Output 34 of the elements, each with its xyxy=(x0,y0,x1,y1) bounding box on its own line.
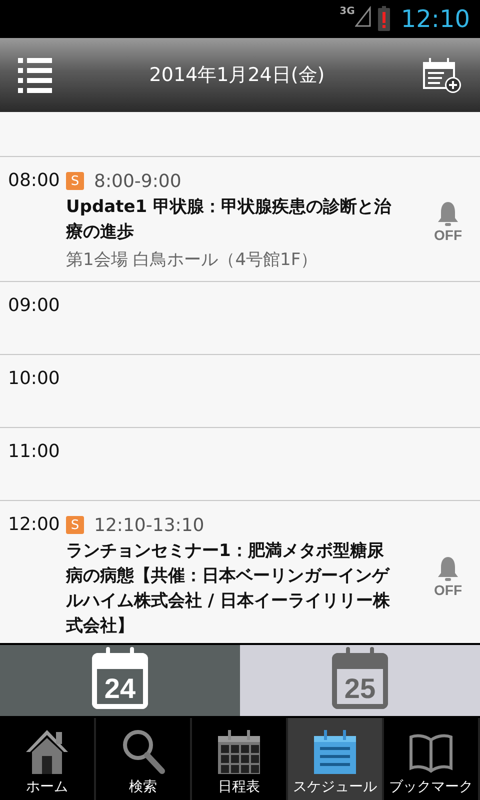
session-location: 第1会場 白鳥ホール（4号館1F） xyxy=(66,249,319,272)
calendar-icon xyxy=(92,646,148,708)
calendar-icon xyxy=(332,646,388,708)
session-badge: S xyxy=(66,516,84,534)
search-icon xyxy=(120,728,166,776)
header-title: 2014年1月24日(金) xyxy=(149,63,325,88)
day-tab[interactable]: 25 xyxy=(240,645,480,716)
time-label: 12:00 xyxy=(8,513,61,537)
day-tab[interactable]: 24 xyxy=(0,645,240,716)
time-label: 10:00 xyxy=(8,367,61,391)
session-title: Update1 甲状腺：甲状腺疾患の診断と治療の進歩 xyxy=(66,196,392,244)
time-range: 12:10-13:10 xyxy=(94,514,204,536)
signal-icon xyxy=(354,6,371,28)
network-label: 3G xyxy=(340,6,355,17)
session-title: ランチョンセミナー1：肥満メタボ型糖尿病の病態【共催：日本ベーリンガーインゲルハイム株式会社 / 日本イーライリリー株式会社】 xyxy=(66,540,392,638)
nav-tab[interactable]: スケジュール xyxy=(288,718,384,800)
add-calendar-icon[interactable] xyxy=(422,56,462,94)
calendar-grid-icon xyxy=(216,728,262,776)
menu-icon[interactable] xyxy=(18,58,52,92)
time-range: 8:00-9:00 xyxy=(94,170,182,192)
alarm-status: OFF xyxy=(434,226,462,242)
time-label: 08:00 xyxy=(8,169,61,193)
bell-icon[interactable] xyxy=(436,554,460,582)
clock-time: 12:10 xyxy=(400,5,470,33)
alarm-status: OFF xyxy=(434,582,462,598)
session-badge: S xyxy=(66,172,84,190)
calendar-day-number: 25 xyxy=(344,672,376,704)
time-label: 09:00 xyxy=(8,294,61,318)
time-label: 11:00 xyxy=(8,440,61,464)
home-icon xyxy=(24,728,70,776)
calendar-day-number: 24 xyxy=(104,672,136,704)
bell-icon[interactable] xyxy=(436,200,460,226)
calendar-list-icon xyxy=(312,728,358,776)
battery-icon xyxy=(376,6,391,32)
